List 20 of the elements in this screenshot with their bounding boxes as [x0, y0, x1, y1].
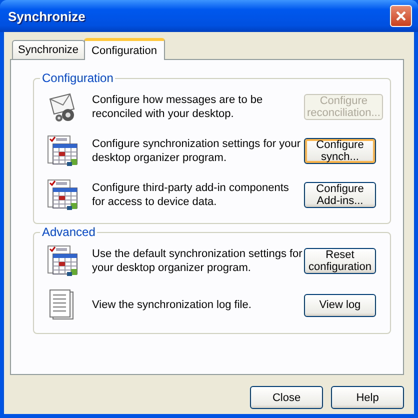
group-title: Advanced — [40, 225, 98, 239]
group-title: Configuration — [40, 71, 116, 85]
row-description: Configure how messages are to be reconciled with your desktop. — [92, 93, 264, 121]
tab[interactable]: Synchronize — [12, 40, 85, 59]
configure-button[interactable]: Configure synch... — [304, 138, 376, 164]
calendar-icon — [47, 245, 79, 277]
reset-button[interactable]: Reset configuration — [304, 248, 376, 274]
configure-button[interactable]: Configure Add-ins... — [304, 182, 376, 208]
close-button[interactable]: Close — [250, 386, 323, 409]
calendar-icon — [47, 179, 79, 211]
close-icon[interactable] — [390, 5, 412, 27]
row-description: Use the default synchronization settings for your desktop organizer program. — [92, 247, 304, 275]
window-title: Synchronize — [8, 8, 86, 24]
row-description: Configure third-party add-in components for access to device data. — [92, 181, 290, 209]
help-button[interactable]: Help — [331, 386, 404, 409]
calendar-icon — [47, 135, 79, 167]
view-button[interactable]: View log — [304, 294, 376, 316]
tab[interactable]: Configuration — [84, 38, 165, 60]
row-description: View the synchronization log file. — [92, 298, 252, 312]
row-description: Configure synchronization settings for your desktop organizer program. — [92, 137, 302, 165]
